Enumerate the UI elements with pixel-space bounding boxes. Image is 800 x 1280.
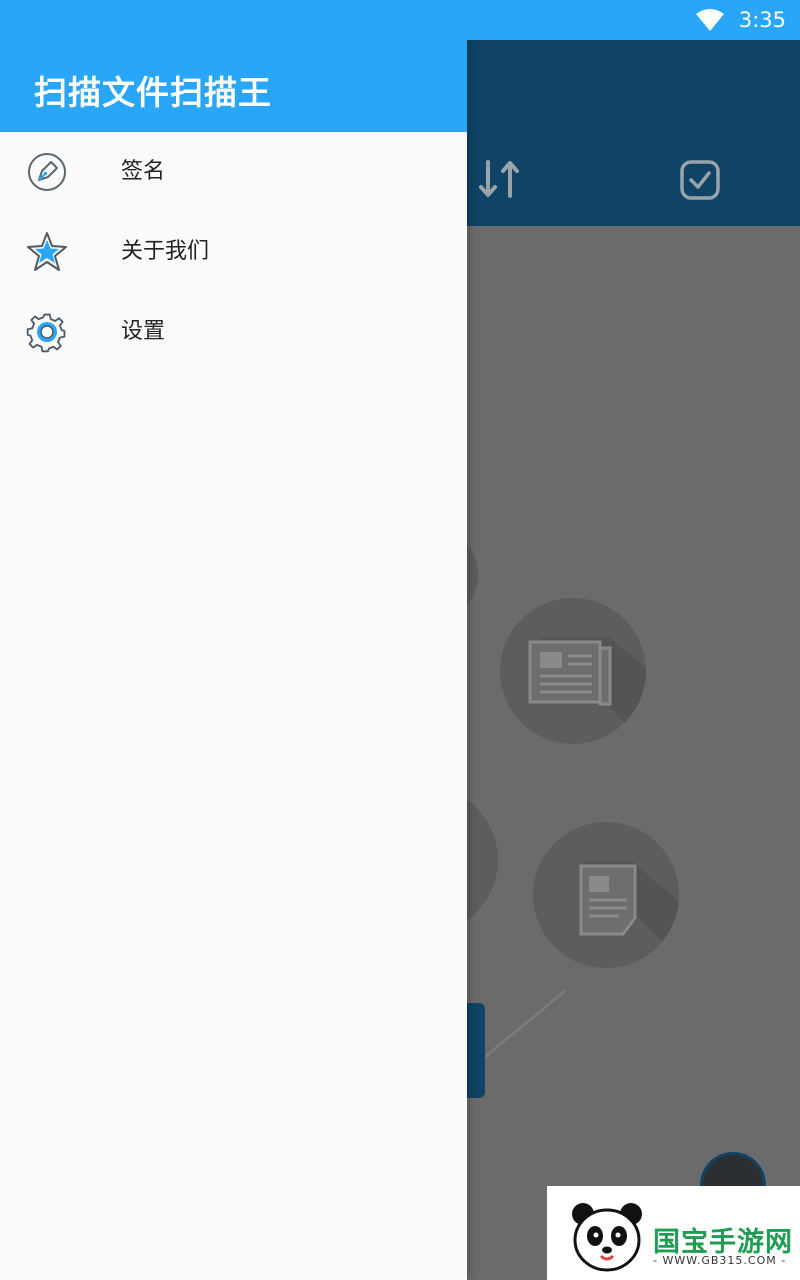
bg-connector-line xyxy=(480,989,566,1063)
drawer-item-signature[interactable]: 签名 xyxy=(0,132,467,212)
document-icon xyxy=(579,862,679,958)
pen-icon xyxy=(28,153,66,191)
wifi-icon xyxy=(695,9,724,31)
watermark-logo: 国宝手游网 - WWW.GB315.COM - xyxy=(547,1186,800,1280)
bg-scan-circle-newspaper[interactable] xyxy=(500,598,646,744)
drawer-item-label: 关于我们 xyxy=(121,239,210,264)
app-title: 扫描文件扫描王 xyxy=(34,73,272,112)
status-bar: 3:35 xyxy=(0,0,800,40)
gear-icon xyxy=(26,313,66,353)
star-icon xyxy=(27,232,67,271)
watermark-url: - WWW.GB315.COM - xyxy=(653,1254,787,1267)
sort-icon[interactable] xyxy=(478,158,522,200)
panda-logo-icon xyxy=(572,1203,642,1272)
drawer-item-settings[interactable]: 设置 xyxy=(0,292,467,372)
drawer-menu: 签名 关于我们 设置 xyxy=(0,132,467,372)
bg-scan-circle-document[interactable] xyxy=(533,822,679,968)
navigation-drawer: 扫描文件扫描王 签名 关于我们 设置 xyxy=(0,40,467,1280)
drawer-item-label: 设置 xyxy=(121,319,166,344)
status-time: 3:35 xyxy=(738,8,786,32)
drawer-header: 扫描文件扫描王 xyxy=(0,40,467,132)
status-indicators: 3:35 xyxy=(695,4,786,36)
newspaper-icon xyxy=(528,638,646,744)
drawer-item-label: 签名 xyxy=(121,159,166,184)
select-all-icon[interactable] xyxy=(680,160,720,200)
drawer-item-about-us[interactable]: 关于我们 xyxy=(0,212,467,292)
